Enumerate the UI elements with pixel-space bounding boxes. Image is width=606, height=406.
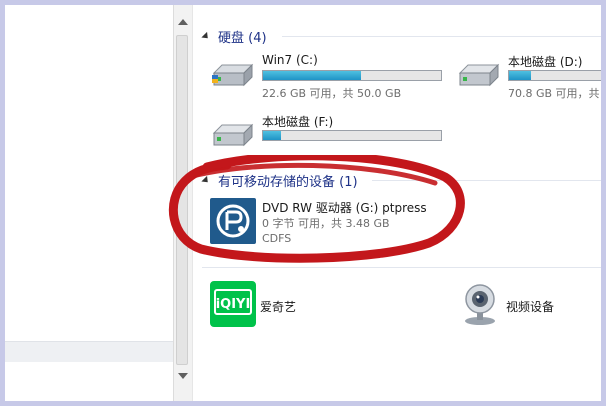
ptpress-logo-icon: [216, 204, 250, 238]
drive-usage-fill: [509, 71, 531, 80]
group-header-removable[interactable]: 有可移动存储的设备 (1): [201, 171, 358, 190]
app-item-video-device[interactable]: 视频设备: [460, 281, 580, 329]
drive-usage-bar: [262, 70, 442, 81]
nav-scrollbar[interactable]: [173, 5, 193, 401]
drive-name: 本地磁盘 (F:): [262, 115, 334, 129]
group-divider: [372, 180, 601, 181]
content-pane: 硬盘 (4) Win7 (C:) 22.6 GB 可用，共 50.0 GB 本地…: [192, 5, 601, 401]
navigation-pane[interactable]: [5, 5, 173, 401]
dvd-free-space: 0 字节 可用，共 3.48 GB: [262, 217, 390, 230]
drive-usage-bar: [262, 130, 442, 141]
collapse-triangle-icon[interactable]: [201, 175, 211, 185]
hard-drive-icon: [458, 63, 500, 87]
drive-name: 本地磁盘 (D:): [508, 55, 583, 69]
webcam-icon: [465, 284, 495, 325]
dvd-drive-name[interactable]: DVD RW 驱动器 (G:) ptpress: [262, 199, 427, 216]
app-item-iqiyi[interactable]: iQIYI 爱奇艺: [210, 281, 330, 329]
hard-drive-icon: [212, 123, 254, 147]
drive-free-space: 70.8 GB 可用，共: [508, 87, 600, 100]
group-header-hard-disk[interactable]: 硬盘 (4): [201, 27, 267, 46]
drive-c[interactable]: Win7 (C:) 22.6 GB 可用，共 50.0 GB: [210, 53, 450, 103]
explorer-window: 硬盘 (4) Win7 (C:) 22.6 GB 可用，共 50.0 GB 本地…: [0, 0, 606, 406]
collapse-triangle-icon[interactable]: [201, 31, 211, 41]
navigation-pane-footer: [5, 341, 173, 362]
scroll-down-arrow-icon[interactable]: [178, 373, 188, 379]
drive-usage-fill: [263, 71, 361, 80]
scroll-up-arrow-icon[interactable]: [178, 19, 188, 25]
drive-d[interactable]: 本地磁盘 (D:) 70.8 GB 可用，共: [456, 53, 601, 103]
group-title-removable: 有可移动存储的设备 (1): [218, 174, 358, 190]
scroll-thumb[interactable]: [176, 35, 188, 365]
drive-usage-fill: [263, 131, 281, 140]
app-label: 爱奇艺: [260, 300, 297, 314]
iqiyi-app-icon: iQIYI: [210, 281, 256, 327]
group-title-hard-disk: 硬盘 (4): [218, 30, 267, 46]
iqiyi-icon-text: iQIYI: [216, 297, 251, 312]
app-label: 视频设备: [506, 300, 555, 314]
drive-name: Win7 (C:): [262, 53, 318, 67]
ptpress-disc-icon[interactable]: [210, 198, 256, 244]
group-divider: [202, 267, 601, 268]
drive-free-space: 22.6 GB 可用，共 50.0 GB: [262, 87, 402, 100]
group-divider: [282, 36, 601, 37]
hard-drive-icon: [212, 63, 254, 87]
drive-f[interactable]: 本地磁盘 (F:): [210, 113, 450, 163]
drive-usage-bar: [508, 70, 601, 81]
dvd-filesystem: CDFS: [262, 232, 292, 245]
